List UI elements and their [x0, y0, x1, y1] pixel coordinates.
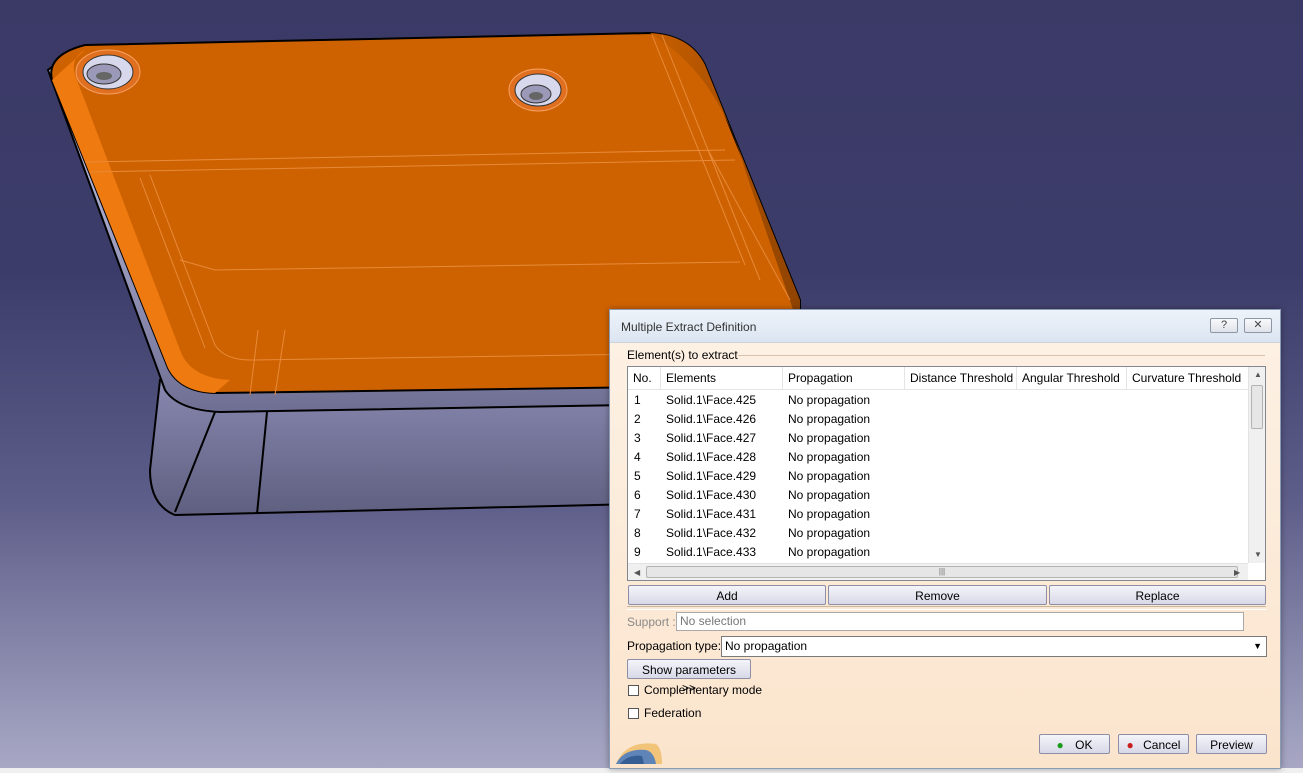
scroll-left-icon[interactable]: ◀	[634, 568, 640, 577]
table-horizontal-scrollbar[interactable]: ◀ ||| ▶	[628, 563, 1248, 580]
row-propagation: No propagation	[788, 412, 871, 426]
multiple-extract-dialog: Multiple Extract Definition ? ✕ Element(…	[609, 309, 1281, 769]
table-row[interactable]: 2 Solid.1\Face.426 No propagation	[628, 410, 1248, 429]
row-number: 9	[634, 545, 641, 559]
remove-button[interactable]: Remove	[828, 585, 1047, 605]
cancel-icon: ●	[1126, 738, 1134, 752]
table-row[interactable]: 1 Solid.1\Face.425 No propagation	[628, 391, 1248, 410]
dialog-title: Multiple Extract Definition	[621, 320, 757, 334]
propagation-type-label: Propagation type:	[627, 639, 722, 653]
vertical-scroll-thumb[interactable]	[1251, 385, 1263, 429]
table-row[interactable]: 9 Solid.1\Face.433 No propagation	[628, 543, 1248, 562]
table-row[interactable]: 6 Solid.1\Face.430 No propagation	[628, 486, 1248, 505]
show-parameters-button[interactable]: Show parameters >>	[627, 659, 751, 695]
hole-left	[75, 49, 141, 95]
row-element: Solid.1\Face.429	[666, 469, 757, 483]
column-header-elements[interactable]: Elements	[661, 367, 783, 389]
ok-button[interactable]: ● OK	[1039, 734, 1110, 754]
row-number: 5	[634, 469, 641, 483]
row-number: 6	[634, 488, 641, 502]
row-element: Solid.1\Face.432	[666, 526, 757, 540]
close-button[interactable]: ✕	[1244, 318, 1272, 333]
federation-checkbox[interactable]	[628, 708, 639, 719]
federation-label: Federation	[644, 706, 702, 720]
row-propagation: No propagation	[788, 431, 871, 445]
table-row[interactable]: 4 Solid.1\Face.428 No propagation	[628, 448, 1248, 467]
catia-logo-icon	[616, 743, 662, 764]
table-row[interactable]: 5 Solid.1\Face.429 No propagation	[628, 467, 1248, 486]
ok-label: OK	[1075, 738, 1093, 752]
cancel-button[interactable]: ● Cancel	[1118, 734, 1189, 754]
row-propagation: No propagation	[788, 450, 871, 464]
scroll-up-icon[interactable]: ▲	[1254, 370, 1262, 379]
scroll-right-icon[interactable]: ▶	[1234, 568, 1240, 577]
table-vertical-scrollbar[interactable]: ▲ ▼	[1248, 367, 1265, 563]
row-propagation: No propagation	[788, 469, 871, 483]
row-number: 1	[634, 393, 641, 407]
group-divider	[738, 355, 1265, 356]
complementary-mode-label: Complementary mode	[644, 683, 763, 697]
column-header-curvature-threshold[interactable]: Curvature Threshold	[1127, 367, 1248, 389]
row-element: Solid.1\Face.431	[666, 507, 757, 521]
row-number: 8	[634, 526, 641, 540]
cancel-label: Cancel	[1143, 738, 1181, 752]
dialog-title-bar[interactable]: Multiple Extract Definition ? ✕	[610, 310, 1280, 343]
table-header: No. Elements Propagation Distance Thresh…	[628, 367, 1248, 390]
table-row[interactable]: 7 Solid.1\Face.431 No propagation	[628, 505, 1248, 524]
column-header-propagation[interactable]: Propagation	[783, 367, 905, 389]
preview-button[interactable]: Preview	[1196, 734, 1267, 754]
row-propagation: No propagation	[788, 488, 871, 502]
row-propagation: No propagation	[788, 545, 871, 559]
row-propagation: No propagation	[788, 393, 871, 407]
add-button[interactable]: Add	[628, 585, 826, 605]
ok-icon: ●	[1056, 738, 1064, 752]
column-header-angular-threshold[interactable]: Angular Threshold	[1017, 367, 1127, 389]
replace-button[interactable]: Replace	[1049, 585, 1266, 605]
propagation-type-select[interactable]: No propagation ▼	[721, 636, 1267, 657]
row-propagation: No propagation	[788, 507, 871, 521]
section-divider	[627, 606, 1266, 610]
row-element: Solid.1\Face.428	[666, 450, 757, 464]
row-element: Solid.1\Face.430	[666, 488, 757, 502]
help-icon: ?	[1220, 319, 1228, 331]
elements-table[interactable]: No. Elements Propagation Distance Thresh…	[627, 366, 1266, 581]
scroll-down-icon[interactable]: ▼	[1254, 550, 1262, 559]
hole-right	[508, 68, 568, 112]
row-number: 3	[634, 431, 641, 445]
help-button[interactable]: ?	[1210, 318, 1238, 333]
chevron-down-icon[interactable]: ▼	[1253, 637, 1262, 656]
row-element: Solid.1\Face.427	[666, 431, 757, 445]
table-row[interactable]: 3 Solid.1\Face.427 No propagation	[628, 429, 1248, 448]
column-header-distance-threshold[interactable]: Distance Threshold	[905, 367, 1017, 389]
column-header-no[interactable]: No.	[628, 367, 661, 389]
row-element: Solid.1\Face.433	[666, 545, 757, 559]
propagation-type-value: No propagation	[725, 639, 808, 653]
horizontal-scroll-thumb[interactable]: |||	[646, 566, 1238, 578]
row-number: 7	[634, 507, 641, 521]
row-propagation: No propagation	[788, 526, 871, 540]
support-field[interactable]: No selection	[676, 612, 1244, 631]
table-row[interactable]: 8 Solid.1\Face.432 No propagation	[628, 524, 1248, 543]
row-number: 2	[634, 412, 641, 426]
row-number: 4	[634, 450, 641, 464]
row-element: Solid.1\Face.426	[666, 412, 757, 426]
close-icon: ✕	[1253, 319, 1263, 331]
support-label: Support :	[627, 615, 676, 629]
complementary-mode-checkbox[interactable]	[628, 685, 639, 696]
elements-group-label: Element(s) to extract	[627, 348, 738, 362]
row-element: Solid.1\Face.425	[666, 393, 757, 407]
